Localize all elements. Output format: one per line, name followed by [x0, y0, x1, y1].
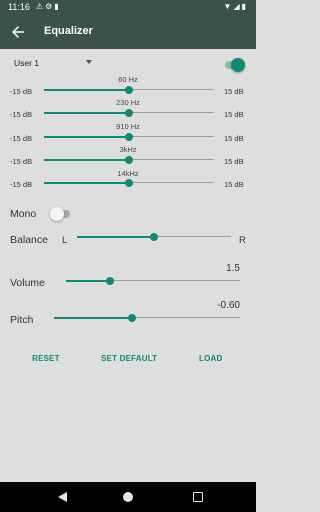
slider-knob[interactable]	[125, 109, 133, 117]
status-time: 11:16	[8, 2, 30, 12]
slider-knob[interactable]	[125, 133, 133, 141]
slider-knob[interactable]	[128, 314, 137, 322]
slider-fill	[66, 280, 110, 282]
slider-fill	[44, 159, 129, 161]
signal-icon: ◢	[233, 2, 242, 11]
balance-label: Balance	[10, 234, 48, 246]
band-slider-910hz[interactable]	[44, 133, 214, 141]
volume-label: Volume	[10, 277, 46, 289]
nav-home-icon[interactable]	[123, 492, 133, 502]
slider-knob[interactable]	[125, 86, 133, 94]
band-slider-230hz[interactable]	[44, 109, 214, 117]
navigation-bar	[0, 482, 256, 512]
slider-knob[interactable]	[125, 179, 133, 187]
nav-back-icon[interactable]	[58, 492, 67, 502]
pitch-slider[interactable]	[54, 314, 240, 322]
band-max-label: 15 dB	[224, 134, 244, 143]
band-freq-230hz: 230 Hz	[116, 98, 140, 107]
balance-slider[interactable]	[77, 233, 231, 241]
band-freq-60hz: 60 Hz	[118, 75, 138, 84]
band-freq-3khz: 3kHz	[119, 145, 137, 154]
slider-fill	[44, 112, 129, 114]
mono-label: Mono	[10, 208, 37, 220]
sd-card-icon: ▮	[54, 2, 61, 11]
equalizer-enable-toggle[interactable]	[223, 58, 245, 72]
band-slider-60hz[interactable]	[44, 86, 214, 94]
status-bar: 11:16 ⚠⚙▮ ▼◢▮	[0, 0, 256, 15]
balance-left-label: L	[62, 235, 68, 246]
slider-fill	[44, 89, 129, 91]
volume-slider[interactable]	[66, 277, 240, 285]
slider-knob[interactable]	[125, 156, 133, 164]
slider-fill	[44, 182, 129, 184]
band-max-label: 15 dB	[224, 157, 244, 166]
band-min-label: -15 dB	[10, 110, 33, 119]
band-max-label: 15 dB	[224, 87, 244, 96]
band-min-label: -15 dB	[10, 87, 33, 96]
set-default-button[interactable]: SET DEFAULT	[101, 354, 157, 363]
balance-right-label: R	[239, 235, 246, 246]
band-max-label: 15 dB	[224, 180, 244, 189]
toggle-thumb	[231, 58, 245, 72]
band-min-label: -15 dB	[10, 157, 33, 166]
band-max-label: 15 dB	[224, 110, 244, 119]
arrow-back-icon[interactable]	[9, 23, 27, 41]
pitch-value: -0.60	[217, 300, 240, 311]
page-title: Equalizer	[44, 25, 93, 37]
toggle-thumb	[50, 207, 64, 221]
band-min-label: -15 dB	[10, 180, 33, 189]
band-freq-14khz: 14kHz	[117, 169, 139, 178]
status-left-icons: ⚠⚙▮	[36, 2, 61, 11]
band-freq-910hz: 910 Hz	[116, 122, 140, 131]
band-slider-14khz[interactable]	[44, 179, 214, 187]
chevron-down-icon[interactable]	[86, 60, 92, 64]
reset-button[interactable]: RESET	[32, 354, 60, 363]
pitch-label: Pitch	[10, 314, 34, 326]
app-bar: Equalizer	[0, 15, 256, 49]
band-min-label: -15 dB	[10, 134, 33, 143]
slider-knob[interactable]	[150, 233, 158, 241]
mono-toggle[interactable]	[50, 207, 72, 221]
load-button[interactable]: LOAD	[199, 354, 222, 363]
preset-select[interactable]: User 1	[14, 58, 39, 68]
alert-icon: ⚠	[36, 2, 46, 11]
slider-fill	[44, 136, 129, 138]
status-right-icons: ▼◢▮	[224, 2, 248, 11]
battery-icon: ▮	[241, 2, 248, 11]
slider-knob[interactable]	[105, 277, 114, 285]
nav-recents-icon[interactable]	[193, 492, 203, 502]
wifi-icon: ▼	[223, 2, 234, 11]
slider-fill	[54, 317, 133, 319]
slider-fill	[77, 236, 154, 238]
band-slider-3khz[interactable]	[44, 156, 214, 164]
volume-value: 1.5	[226, 263, 240, 274]
settings-icon: ⚙	[45, 2, 55, 11]
